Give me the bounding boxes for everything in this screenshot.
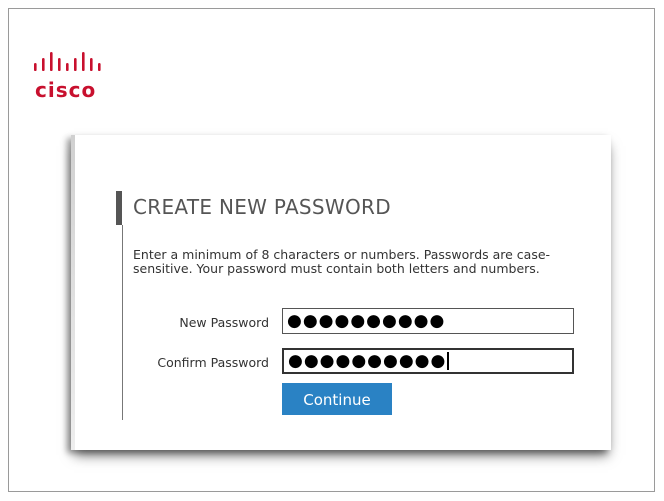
text-caret bbox=[447, 352, 450, 370]
title-accent-bar bbox=[116, 191, 122, 225]
password-instructions: Enter a minimum of 8 characters or numbe… bbox=[133, 247, 551, 276]
card-edge bbox=[71, 135, 75, 450]
cisco-bars-icon bbox=[34, 52, 101, 71]
new-password-value: ●●●●●●●●●● bbox=[287, 311, 446, 331]
page-title: CREATE NEW PASSWORD bbox=[133, 195, 391, 219]
cisco-wordmark: cisco bbox=[35, 78, 97, 102]
new-password-input[interactable]: ●●●●●●●●●● bbox=[282, 308, 574, 334]
confirm-password-input[interactable]: ●●●●●●●●●● bbox=[282, 348, 574, 374]
continue-button[interactable]: Continue bbox=[282, 383, 392, 415]
password-card: CREATE NEW PASSWORD Enter a minimum of 8… bbox=[71, 135, 611, 450]
confirm-password-label: Confirm Password bbox=[157, 355, 269, 370]
screenshot-frame: cisco CREATE NEW PASSWORD Enter a minimu… bbox=[8, 8, 655, 492]
cisco-logo: cisco bbox=[33, 49, 123, 109]
new-password-label: New Password bbox=[179, 315, 269, 330]
confirm-password-value: ●●●●●●●●●● bbox=[288, 351, 447, 371]
form-side-rule bbox=[122, 225, 123, 420]
